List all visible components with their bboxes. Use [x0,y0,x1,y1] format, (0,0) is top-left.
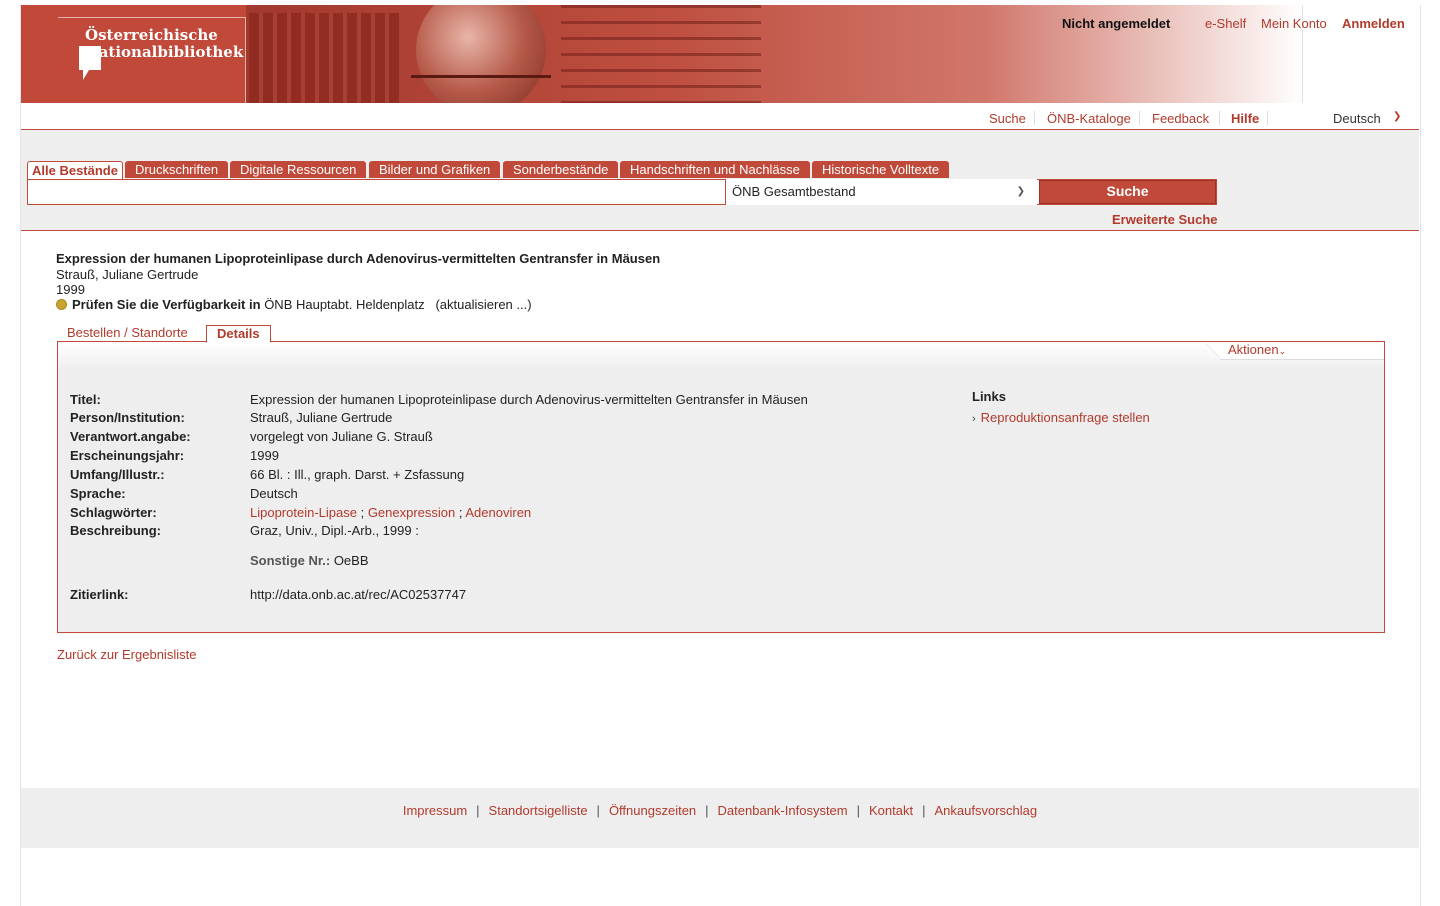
scope-value: ÖNB Gesamtbestand [732,184,856,199]
links-item: › Reproduktionsanfrage stellen [972,410,1150,425]
tab-bilder-und-grafiken[interactable]: Bilder und Grafiken [369,161,501,178]
nav-separator [1267,111,1268,125]
field-label: Sprache: [70,486,126,501]
logo[interactable]: Österreichische Nationalbibliothek [85,27,243,61]
banner-books-image [249,13,399,103]
banner-shelves-image [561,5,761,103]
nav-separator [1219,111,1220,125]
tab-details[interactable]: Details [206,325,271,343]
nav-separator [1034,111,1035,125]
chevron-down-icon: ❯ [1393,111,1402,122]
actions-label: Aktionen⌄ [1228,342,1287,357]
tab-bestellen-standorte[interactable]: Bestellen / Standorte [67,325,188,340]
tab-druckschriften[interactable]: Druckschriften [125,161,229,178]
field-value: Lipoprotein-Lipase ; Genexpression ; Ade… [250,505,532,520]
subject-link[interactable]: Genexpression [368,505,455,520]
footer: Impressum | Standortsigelliste | Öffnungszei… [21,788,1419,848]
field-value: Graz, Univ., Dipl.-Arb., 1999 : [250,523,419,538]
logo-line1: Österreichische [85,26,218,44]
subject-link[interactable]: Adenoviren [465,505,531,520]
links-heading: Links [972,389,1006,404]
field-value: Deutsch [250,486,298,501]
search-button[interactable]: Suche [1039,180,1216,204]
field-label: Zitierlink: [70,587,129,602]
footer-impressum[interactable]: Impressum [403,803,467,818]
chevron-down-icon: ❯ [1016,186,1025,197]
banner-globe-stand [411,75,551,103]
record-title: Expression der humanen Lipoproteinlipase… [56,251,661,266]
field-value: vorgelegt von Juliane G. Strauß [250,429,433,444]
citation-link[interactable]: http://data.onb.ac.at/rec/AC02537747 [250,587,466,602]
eshelf-link[interactable]: e-Shelf [1205,16,1246,31]
refresh-availability-link[interactable]: (aktualisieren ...) [435,297,531,312]
field-label: Erscheinungsjahr: [70,448,185,463]
nav-feedback[interactable]: Feedback [1152,111,1209,126]
nav-catalogs[interactable]: ÖNB-Kataloge [1047,111,1131,126]
panel-header [58,342,1384,370]
field-label: Schlagwörter: [70,505,157,520]
my-account-link[interactable]: Mein Konto [1261,16,1327,31]
footer-links: Impressum | Standortsigelliste | Öffnungszei… [21,803,1419,818]
footer-separator: | [922,803,926,818]
nav-separator [1139,111,1140,125]
field-label: Person/Institution: [70,410,185,425]
nav-search[interactable]: Suche [989,111,1026,126]
footer-kontakt[interactable]: Kontakt [869,803,913,818]
logo-line2: Nationalbibliothek [85,43,244,61]
footer-separator: | [856,803,861,818]
chevron-down-icon: ⌄ [1278,346,1287,356]
field-value: Sonstige Nr.: OeBB [250,553,369,568]
search-divider [21,230,1419,231]
onb-logo-icon [79,46,101,80]
footer-separator: | [596,803,600,818]
tab-alle-bestaende[interactable]: Alle Bestände [27,161,123,180]
field-label: Sonstige Nr.: [250,553,331,568]
login-link[interactable]: Anmelden [1342,16,1405,31]
language-value: Deutsch [1333,111,1381,126]
tab-digitale-ressourcen[interactable]: Digitale Ressourcen [230,161,367,178]
field-value: 66 Bl. : Ill., graph. Darst. + Zsfassung [250,467,465,482]
field-label: Titel: [70,392,101,407]
field-value: 1999 [250,448,279,463]
tab-historische-volltexte[interactable]: Historische Volltexte [812,161,950,178]
footer-ankaufsvorschlag[interactable]: Ankaufsvorschlag [935,803,1038,818]
language-select[interactable]: Deutsch ❯ [1333,111,1401,126]
record-author: Strauß, Juliane Gertrude [56,267,199,282]
nav-help[interactable]: Hilfe [1231,111,1259,126]
actions-corner [1206,342,1220,359]
field-label: Beschreibung: [70,523,162,538]
footer-oeffnungszeiten[interactable]: Öffnungszeiten [609,803,696,818]
availability-label: Prüfen Sie die Verfügbarkeit in [72,297,261,312]
advanced-search-link[interactable]: Erweiterte Suche [1112,212,1218,227]
availability-location: ÖNB Hauptabt. Heldenplatz [264,297,425,312]
record-year: 1999 [56,282,85,297]
back-to-results-link[interactable]: Zurück zur Ergebnisliste [57,647,196,662]
login-status: Nicht angemeldet [1062,16,1171,31]
sonstige-value: OeBB [333,553,369,568]
availability-status-icon [56,299,67,311]
footer-datenbank-infosystem[interactable]: Datenbank-Infosystem [718,803,848,818]
tab-handschriften[interactable]: Handschriften und Nachlässe [620,161,810,178]
person-link[interactable]: Strauß, Juliane Gertrude [250,410,392,425]
footer-separator: | [705,803,709,818]
subject-link[interactable]: Lipoprotein-Lipase [250,505,357,520]
availability: Prüfen Sie die Verfügbarkeit in ÖNB Haup… [56,297,532,312]
field-label: Umfang/Illustr.: [70,467,165,482]
field-label: Verantwort.angabe: [70,429,191,444]
actions-menu[interactable]: Aktionen⌄ [1206,342,1384,360]
field-value: Expression der humanen Lipoproteinlipase… [250,392,808,407]
tab-sonderbestaende[interactable]: Sonderbestände [503,161,619,178]
scope-select[interactable]: ÖNB Gesamtbestand ❯ [725,179,1037,205]
reproduction-request-link[interactable]: Reproduktionsanfrage stellen [981,410,1150,425]
footer-separator: | [476,803,480,818]
footer-standortsigelliste[interactable]: Standortsigelliste [489,803,588,818]
chevron-right-icon: › [972,413,976,425]
